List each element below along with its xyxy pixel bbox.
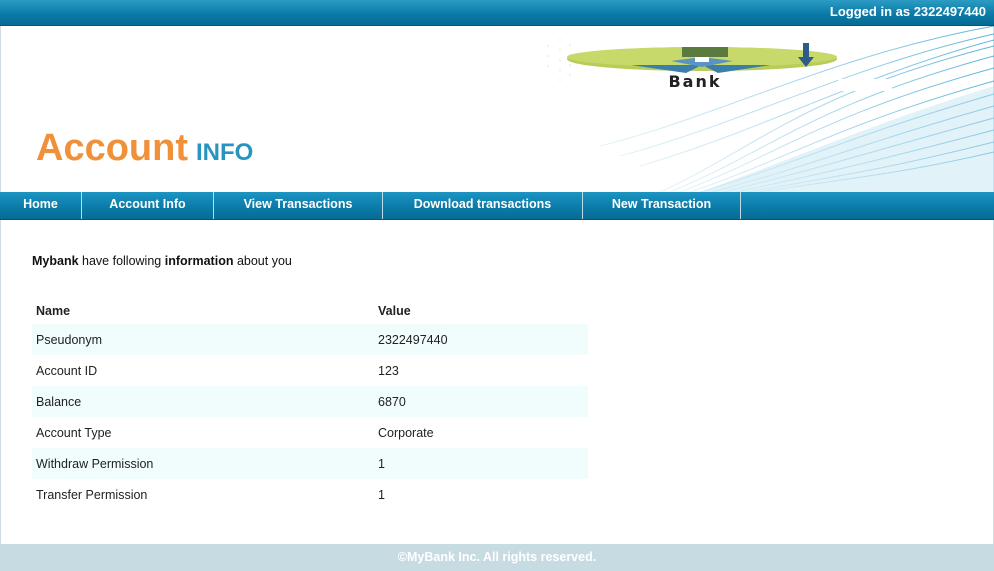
row-value-cell: 2322497440 bbox=[374, 324, 588, 355]
bank-logo: Bank bbox=[567, 43, 837, 91]
table-row: Withdraw Permission 1 bbox=[32, 448, 588, 479]
intro-text-2: about you bbox=[233, 254, 292, 268]
logo-mask bbox=[838, 79, 892, 91]
table-row: Pseudonym 2322497440 bbox=[32, 324, 588, 355]
footer: ©MyBank Inc. All rights reserved. bbox=[0, 544, 994, 571]
row-name-cell: Transfer Permission bbox=[36, 487, 148, 502]
nav-home[interactable]: Home bbox=[0, 192, 82, 219]
account-info-table: Name Value Pseudonym 2322497440 Account … bbox=[32, 298, 588, 510]
row-value-cell: 123 bbox=[378, 363, 399, 378]
footer-copyright: ©MyBank Inc. All rights reserved. bbox=[397, 550, 597, 564]
row-value-cell: 6870 bbox=[374, 386, 588, 417]
intro-text-1: have following bbox=[78, 254, 165, 268]
bank-logo-text: Bank bbox=[668, 72, 721, 91]
row-value-cell: Corporate bbox=[378, 425, 434, 440]
main-nav: Home Account Info View Transactions Down… bbox=[0, 192, 994, 220]
row-name-cell: Account ID bbox=[36, 363, 98, 378]
column-header-name: Name bbox=[36, 304, 71, 318]
table-header-row: Name Value bbox=[32, 298, 588, 324]
nav-account-info[interactable]: Account Info bbox=[82, 192, 214, 219]
page-title-main: Account bbox=[36, 127, 188, 169]
row-name-cell: Balance bbox=[32, 386, 374, 417]
row-name-cell: Account Type bbox=[36, 425, 112, 440]
row-name-cell: Pseudonym bbox=[32, 324, 374, 355]
row-value-cell: 1 bbox=[378, 487, 385, 502]
table-row: Account Type Corporate bbox=[32, 417, 588, 448]
page-title-sub: INFO bbox=[196, 139, 254, 166]
nav-view-transactions[interactable]: View Transactions bbox=[214, 192, 383, 219]
intro-bank-name: Mybank bbox=[32, 254, 79, 268]
header-banner: Bank Account INFO bbox=[0, 26, 994, 192]
row-name-cell: Withdraw Permission bbox=[32, 448, 374, 479]
nav-download-transactions[interactable]: Download transactions bbox=[383, 192, 583, 219]
top-bar: Logged in as 2322497440 bbox=[0, 0, 994, 26]
table-row: Transfer Permission 1 bbox=[32, 479, 588, 510]
logged-in-label: Logged in as 2322497440 bbox=[829, 4, 986, 19]
page-title: Account INFO bbox=[36, 127, 253, 170]
table-row: Balance 6870 bbox=[32, 386, 588, 417]
table-row: Account ID 123 bbox=[32, 355, 588, 386]
intro-text: Mybank have following information about … bbox=[32, 254, 292, 268]
row-value-cell: 1 bbox=[374, 448, 588, 479]
column-header-value: Value bbox=[378, 304, 411, 318]
intro-information: information bbox=[164, 254, 234, 268]
nav-new-transaction[interactable]: New Transaction bbox=[583, 192, 741, 219]
